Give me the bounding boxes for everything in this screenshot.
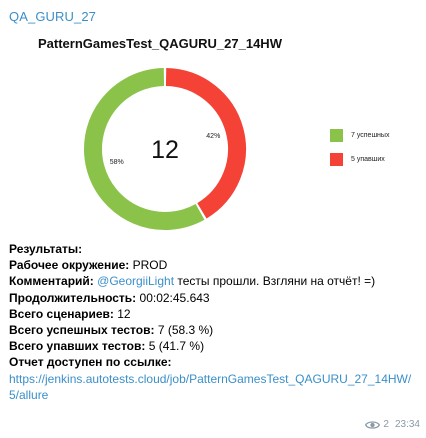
total-label: Всего сценариев: [9,306,114,321]
eye-icon [365,420,381,429]
donut-percent-label-1: 42% [206,133,220,140]
legend-swatch-passed [330,129,343,142]
env-line: Рабочее окружение: PROD [9,257,417,273]
legend-swatch-failed [330,153,343,166]
legend-item-passed: 7 успешных [330,128,389,143]
total-line: Всего сценариев: 12 [9,306,417,322]
message-time: 23:34 [394,419,420,430]
sender-name[interactable]: QA_GURU_27 [9,9,96,24]
chart-legend: 7 успешных 5 упавших [330,128,389,176]
donut-chart: 58% 42% 12 [84,68,246,230]
passed-label: Всего успешных тестов: [9,323,155,338]
donut-slice-0 [84,68,205,230]
legend-item-failed: 5 упавших [330,152,389,167]
failed-value: 5 (41.7 %) [145,339,205,354]
total-value: 12 [113,306,131,321]
comment-line: Комментарий: @GeorgiiLight тесты прошли.… [9,273,417,289]
passed-line: Всего успешных тестов: 7 (58.3 %) [9,322,417,338]
report-link[interactable]: https://jenkins.autotests.cloud/job/Patt… [9,371,417,403]
passed-value: 7 (58.3 %) [154,323,214,338]
duration-label: Продолжительность: [9,290,137,305]
duration-value: 00:02:45.643 [136,290,210,305]
env-value: PROD [129,258,168,273]
report-chart-image[interactable]: PatternGamesTest_QAGURU_27_14HW 58% 42% 12… [0,28,426,242]
comment-text: тесты прошли. Взгляни на отчёт! =) [174,274,376,289]
comment-label: Комментарий: [9,274,94,289]
user-mention-link[interactable]: @GeorgiiLight [94,274,174,288]
results-heading: Результаты: [9,242,83,256]
failed-line: Всего упавших тестов: 5 (41.7 %) [9,338,417,354]
message-body: Результаты: Рабочее окружение: PROD Комм… [9,241,417,403]
legend-label-passed: 7 успешных [351,132,390,139]
failed-label: Всего упавших тестов: [9,339,146,354]
donut-percent-label-0: 58% [110,159,124,166]
report-label: Отчет доступен по ссылке: [9,355,172,370]
donut-center-total: 12 [151,136,179,164]
message-meta: 2 23:34 [365,419,420,430]
env-label: Рабочее окружение: [9,258,130,273]
legend-label-failed: 5 упавших [351,156,385,163]
duration-line: Продолжительность: 00:02:45.643 [9,290,417,306]
view-count: 2 [383,419,389,430]
